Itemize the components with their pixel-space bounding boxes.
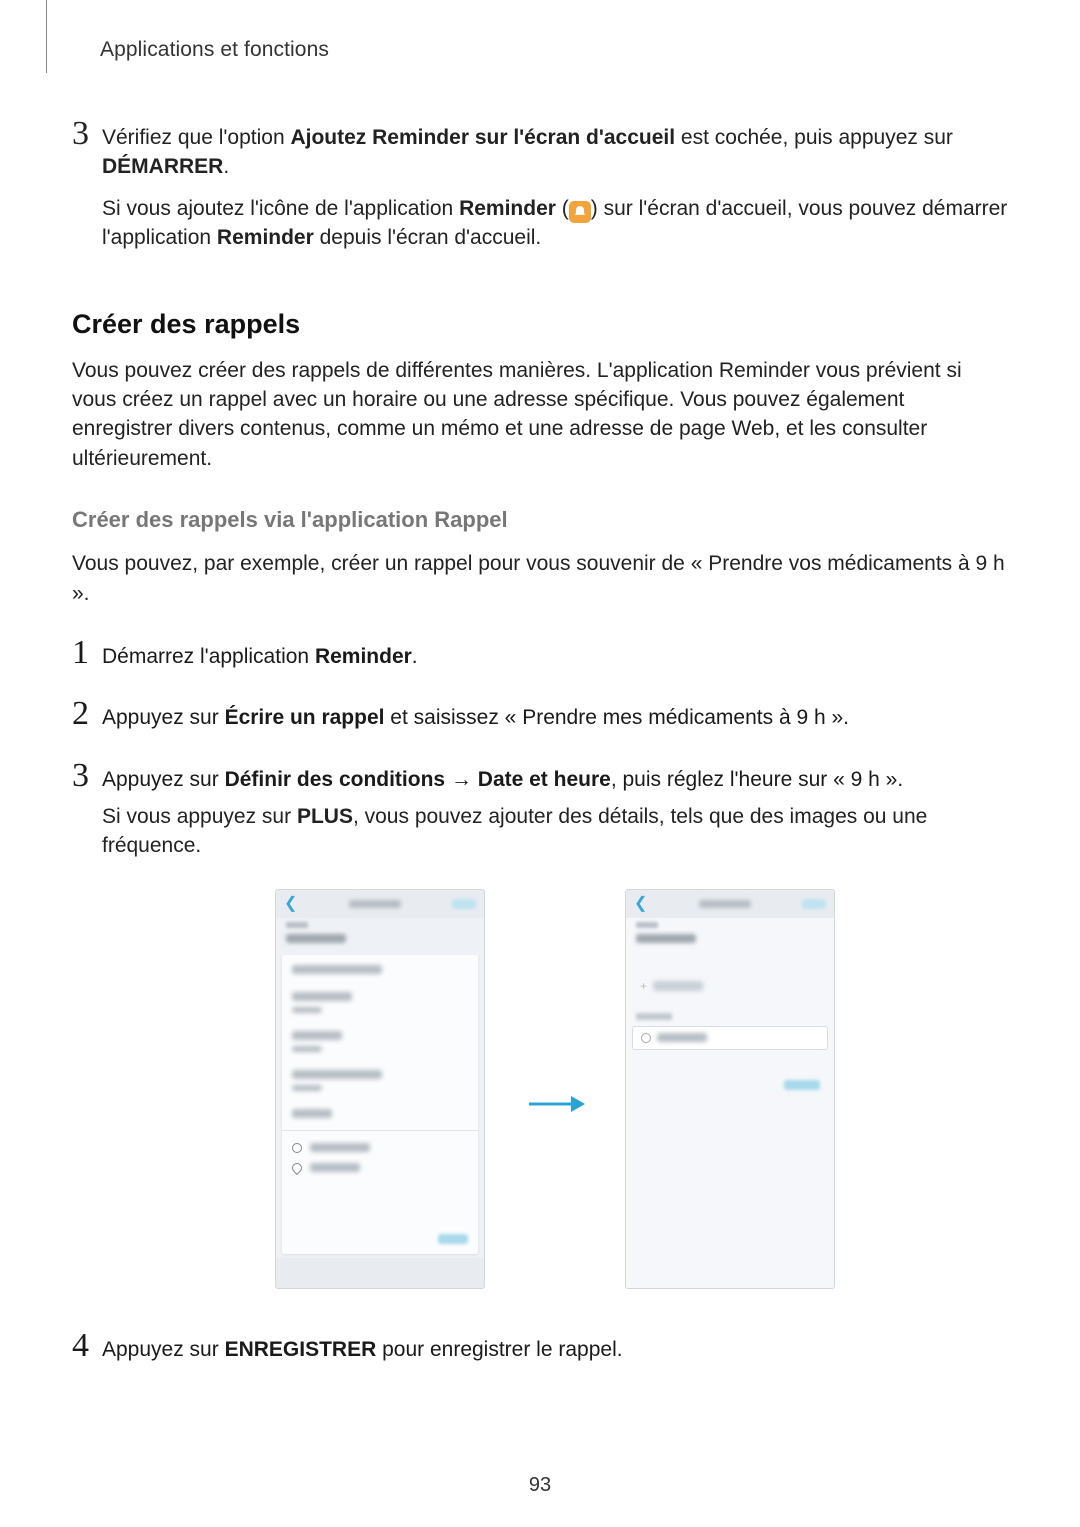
step-3-top: 3 Vérifiez que l'option Ajoutez Reminder… xyxy=(72,117,1008,182)
step-body: Appuyez sur Écrire un rappel et saisisse… xyxy=(102,697,849,732)
label-placeholder xyxy=(286,922,308,928)
text: , puis réglez l'heure sur « 9 h ». xyxy=(611,768,903,791)
bold-text: Date et heure xyxy=(478,768,611,791)
screen-title-placeholder xyxy=(699,900,751,908)
section-label-placeholder xyxy=(636,1013,672,1020)
bold-text: Reminder xyxy=(217,226,314,249)
header-action-placeholder[interactable] xyxy=(802,899,826,909)
back-icon[interactable]: ❮ xyxy=(284,896,297,912)
screen-title-placeholder xyxy=(349,900,401,908)
option-placeholder xyxy=(292,1109,332,1118)
bold-text: Reminder xyxy=(459,197,556,220)
reminder-card xyxy=(282,955,478,1254)
step-4: 4 Appuyez sur ENREGISTRER pour enregistr… xyxy=(72,1329,1008,1364)
option-placeholder xyxy=(292,1031,342,1040)
text: Appuyez sur xyxy=(102,706,225,729)
example-paragraph: Vous pouvez, par exemple, créer un rappe… xyxy=(72,549,1008,608)
page-header: Applications et fonctions xyxy=(100,38,1008,62)
screen-header: ❮ xyxy=(626,890,834,918)
step-body: Appuyez sur ENREGISTRER pour enregistrer… xyxy=(102,1329,623,1364)
text-placeholder xyxy=(636,934,696,943)
location-option[interactable] xyxy=(292,1163,468,1173)
bold-text: Reminder xyxy=(315,645,412,668)
screen-body: + xyxy=(626,918,834,1288)
text-placeholder xyxy=(286,934,346,943)
step-3: 3 Appuyez sur Définir des conditions → D… xyxy=(72,759,1008,794)
option-sub-placeholder xyxy=(292,1085,322,1091)
text: ( xyxy=(556,197,569,220)
sub-heading: Créer des rappels via l'application Rapp… xyxy=(72,507,1008,533)
page-number: 93 xyxy=(0,1474,1080,1497)
clock-icon xyxy=(641,1033,651,1043)
time-field[interactable] xyxy=(632,1026,828,1050)
add-label-placeholder xyxy=(653,981,703,991)
bold-text: DÉMARRER xyxy=(102,155,223,178)
screenshot-row: ❮ xyxy=(72,889,1008,1289)
screen-bottom-spacer xyxy=(276,1258,484,1288)
step-2: 2 Appuyez sur Écrire un rappel et saisis… xyxy=(72,697,1008,732)
text: Démarrez l'application xyxy=(102,645,315,668)
text: pour enregistrer le rappel. xyxy=(376,1338,622,1361)
bold-text: ENREGISTRER xyxy=(225,1338,377,1361)
text: Si vous appuyez sur xyxy=(102,805,297,828)
text: Appuyez sur xyxy=(102,1338,225,1361)
phone-screenshot-right: ❮ + xyxy=(625,889,835,1289)
label-placeholder xyxy=(636,922,658,928)
text: depuis l'écran d'accueil. xyxy=(314,226,541,249)
plus-icon: + xyxy=(640,979,647,993)
time-value-placeholder xyxy=(657,1033,707,1042)
back-icon[interactable]: ❮ xyxy=(634,896,647,912)
text: . xyxy=(412,645,418,668)
divider xyxy=(282,1130,478,1131)
bold-text: Définir des conditions xyxy=(225,768,446,791)
step-number: 4 xyxy=(72,1329,102,1363)
clock-icon xyxy=(292,1143,302,1153)
option-sub-placeholder xyxy=(292,1007,322,1013)
bold-text: Écrire un rappel xyxy=(225,706,385,729)
option-placeholder xyxy=(310,1163,360,1172)
arrow-text: → xyxy=(445,768,478,791)
screen-subheader xyxy=(276,918,484,951)
option-placeholder xyxy=(292,1070,382,1079)
save-button-placeholder[interactable] xyxy=(784,1080,820,1090)
bold-text: PLUS xyxy=(297,805,353,828)
option-sub-placeholder xyxy=(292,1046,322,1052)
screen-header: ❮ xyxy=(276,890,484,918)
text: Appuyez sur xyxy=(102,768,225,791)
option-placeholder xyxy=(292,992,352,1001)
screen-subheader xyxy=(626,918,834,951)
card-save-placeholder[interactable] xyxy=(438,1234,468,1244)
page-margin-rule xyxy=(46,0,47,73)
step-number: 3 xyxy=(72,117,102,151)
step-number: 2 xyxy=(72,697,102,731)
step-body: Vérifiez que l'option Ajoutez Reminder s… xyxy=(102,117,953,182)
arrow-right-icon xyxy=(525,1092,585,1116)
step-3-paragraph: Si vous ajoutez l'icône de l'application… xyxy=(102,194,1008,253)
text: et saisissez « Prendre mes médicaments à… xyxy=(384,706,849,729)
text: Si vous ajoutez l'icône de l'application xyxy=(102,197,459,220)
text: Vérifiez que l'option xyxy=(102,126,290,149)
option-placeholder xyxy=(292,965,382,974)
step-number: 1 xyxy=(72,636,102,670)
text: est cochée, puis appuyez sur xyxy=(675,126,953,149)
step-1: 1 Démarrez l'application Reminder. xyxy=(72,636,1008,671)
phone-screenshot-left: ❮ xyxy=(275,889,485,1289)
step-body: Démarrez l'application Reminder. xyxy=(102,636,418,671)
section-paragraph: Vous pouvez créer des rappels de différe… xyxy=(72,356,1008,474)
step-3-sub-paragraph: Si vous appuyez sur PLUS, vous pouvez aj… xyxy=(102,802,1008,861)
bold-text: Ajoutez Reminder sur l'écran d'accueil xyxy=(290,126,675,149)
step-body: Appuyez sur Définir des conditions → Dat… xyxy=(102,759,903,794)
section-heading: Créer des rappels xyxy=(72,309,1008,340)
time-option[interactable] xyxy=(292,1143,468,1153)
location-icon xyxy=(290,1161,304,1175)
text: . xyxy=(223,155,229,178)
option-placeholder xyxy=(310,1143,370,1152)
reminder-app-icon xyxy=(569,201,591,223)
add-row[interactable]: + xyxy=(626,979,834,993)
header-action-placeholder[interactable] xyxy=(452,899,476,909)
flow-arrow xyxy=(525,1092,585,1116)
step-number: 3 xyxy=(72,759,102,793)
